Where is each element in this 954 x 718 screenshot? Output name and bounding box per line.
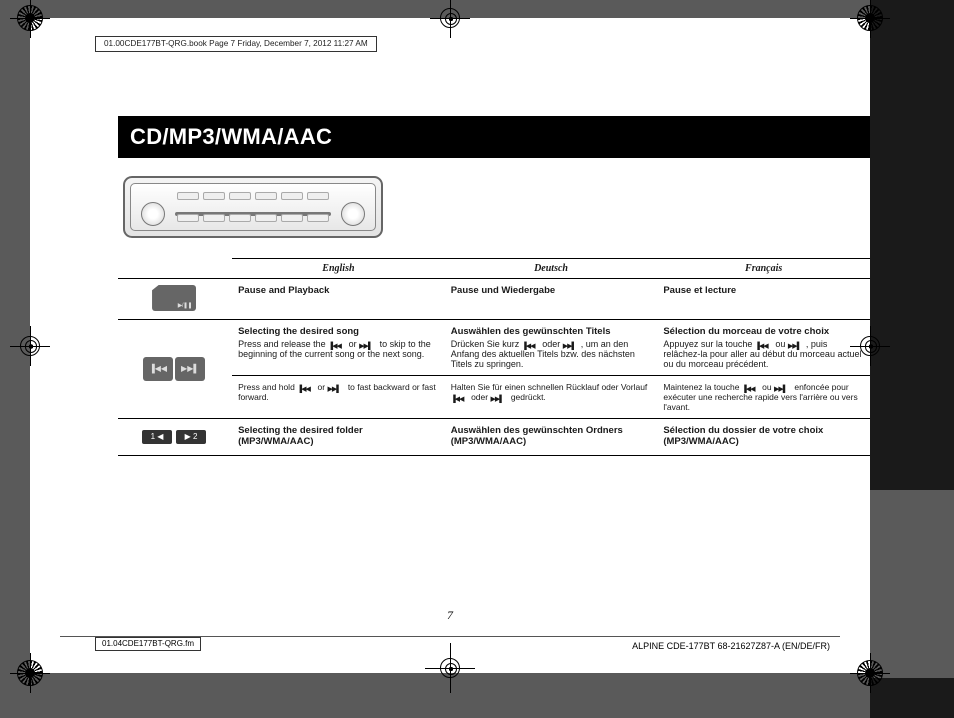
row-body: Drücken Sie kurz oder , um an den Anfang… <box>451 339 635 369</box>
prev-track-icon <box>451 394 469 402</box>
row-body: Appuyez sur la touche ou , puis relâchez… <box>663 339 861 369</box>
row-title: Auswählen des gewünschten Titels <box>451 326 650 337</box>
skip-prev-icon: ▐◀◀ <box>143 357 173 381</box>
next-track-icon <box>327 384 345 392</box>
table-row: ▐◀◀ ▶▶▌ Selecting the desired song Press… <box>118 320 870 376</box>
prev-track-icon <box>522 341 540 349</box>
prev-track-icon <box>328 341 346 349</box>
table-header-row: English Deutsch Français <box>118 259 870 279</box>
crop-mark-top-left <box>10 0 50 38</box>
row-title: Pause und Wiedergabe <box>451 285 650 296</box>
row-title: Sélection du dossier de votre choix (MP3… <box>663 425 862 447</box>
next-track-icon <box>563 341 581 349</box>
footer-file-stamp: 01.04CDE177BT-QRG.fm <box>95 637 201 651</box>
table-row: Pause and Playback Pause und Wiedergabe … <box>118 279 870 320</box>
row-title: Selecting the desired song <box>238 326 437 337</box>
skip-prev-next-buttons-icon: ▐◀◀ ▶▶▌ <box>118 320 232 419</box>
row-title: Auswählen des gewünschten Ordners (MP3/W… <box>451 425 650 447</box>
next-track-icon <box>490 394 508 402</box>
crop-mark-bottom-right <box>850 653 890 693</box>
col-header-francais: Français <box>657 259 870 279</box>
crop-mark-mid-left <box>10 326 50 366</box>
document-page: 01.00CDE177BT-QRG.book Page 7 Friday, De… <box>30 18 870 673</box>
col-header-english: English <box>232 259 445 279</box>
crop-mark-mid-top <box>430 0 470 38</box>
crop-mark-bottom-left <box>10 653 50 693</box>
row-body: Halten Sie für einen schnellen Rücklauf … <box>445 376 658 419</box>
row-title: Pause et lecture <box>663 285 862 296</box>
left-knob-icon <box>141 202 165 226</box>
row-body: Press and release the or to skip to the … <box>238 339 431 359</box>
crop-mark-top-right <box>850 0 890 38</box>
next-track-icon <box>359 341 377 349</box>
next-track-icon <box>788 341 806 349</box>
skip-next-icon: ▶▶▌ <box>175 357 205 381</box>
instruction-table: English Deutsch Français Pause and Playb… <box>118 258 870 456</box>
row-title: Pause and Playback <box>238 285 437 296</box>
header-file-stamp: 01.00CDE177BT-QRG.book Page 7 Friday, De… <box>95 36 377 52</box>
next-track-icon <box>774 384 792 392</box>
row-body: Maintenez la touche ou enfoncée pour exé… <box>657 376 870 419</box>
table-row: 1 ◀ ▶ 2 Selecting the desired folder (MP… <box>118 419 870 456</box>
right-knob-icon <box>341 202 365 226</box>
footer-model-code: ALPINE CDE-177BT 68-21627Z87-A (EN/DE/FR… <box>632 641 830 651</box>
car-stereo-illustration <box>123 176 383 238</box>
folder-1-2-buttons-icon: 1 ◀ ▶ 2 <box>118 419 232 456</box>
prev-track-icon <box>742 384 760 392</box>
page-number: 7 <box>447 608 453 623</box>
folder-prev-icon: 1 ◀ <box>142 430 172 444</box>
row-title: Sélection du morceau de votre choix <box>663 326 862 337</box>
crop-mark-mid-bottom <box>425 643 475 693</box>
prev-track-icon <box>297 384 315 392</box>
section-title: CD/MP3/WMA/AAC <box>118 116 870 158</box>
prev-track-icon <box>755 341 773 349</box>
row-body: Press and hold or to fast backward or fa… <box>232 376 445 419</box>
col-header-deutsch: Deutsch <box>445 259 658 279</box>
pause-play-button-icon <box>118 279 232 320</box>
folder-next-icon: ▶ 2 <box>176 430 206 444</box>
row-title: Selecting the desired folder (MP3/WMA/AA… <box>238 425 437 447</box>
